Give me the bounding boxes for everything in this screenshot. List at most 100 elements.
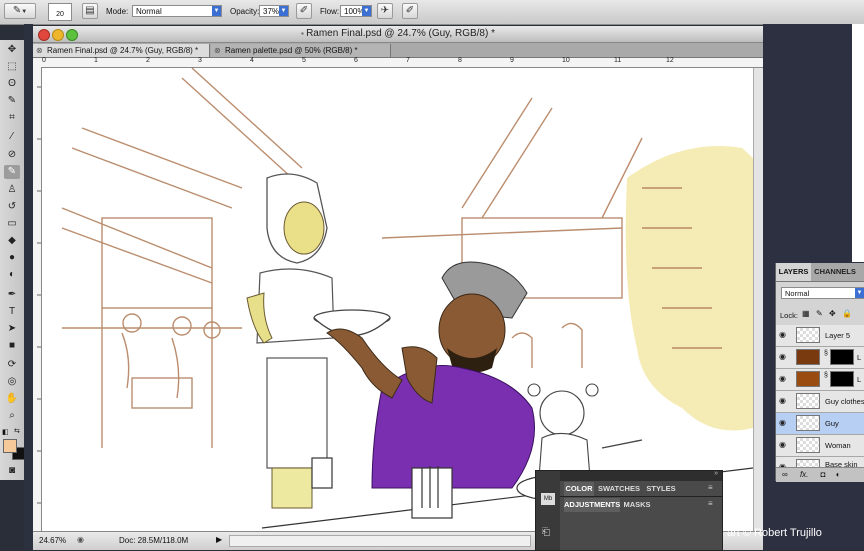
tool-preset-picker[interactable]: ✎▼ bbox=[4, 3, 36, 19]
layer-row-woman[interactable]: ◉ Woman bbox=[776, 435, 864, 457]
eye-icon[interactable]: ◉ bbox=[779, 419, 789, 427]
options-bar: ✎▼ 20 ▤ Mode: Normal ▼ Opacity: 37% ▼ ✐ … bbox=[0, 0, 864, 25]
zoom-window-button[interactable] bbox=[66, 29, 78, 41]
tab-masks[interactable]: MASKS bbox=[622, 498, 652, 512]
crop-tool[interactable]: ⌗ bbox=[4, 111, 20, 125]
dodge-tool[interactable]: ◐ bbox=[4, 268, 20, 282]
mode-select[interactable]: Normal ▼ bbox=[132, 5, 222, 17]
close-tab-icon[interactable]: ⊗ bbox=[214, 44, 221, 57]
lock-transparency-icon[interactable]: ▦ bbox=[802, 309, 810, 318]
toggle-brush-panel-button[interactable]: ▤ bbox=[82, 3, 98, 19]
3d-orbit-tool[interactable]: ◎ bbox=[4, 375, 20, 389]
chevron-down-icon: ▼ bbox=[212, 6, 221, 16]
tab-channels[interactable]: CHANNELS bbox=[812, 263, 858, 281]
collapse-panel-icon[interactable]: » bbox=[714, 470, 718, 477]
lock-all-icon[interactable]: 🔒 bbox=[842, 309, 852, 318]
blend-mode-select[interactable]: Normal ▼ bbox=[781, 287, 864, 299]
layer-mask-thumbnail[interactable] bbox=[830, 371, 854, 387]
layer-mask-thumbnail[interactable] bbox=[830, 349, 854, 365]
tab-styles[interactable]: STYLES bbox=[644, 482, 678, 496]
close-tab-icon[interactable]: ⊗ bbox=[36, 44, 43, 57]
eraser-tool[interactable]: ▭ bbox=[4, 217, 20, 231]
tab-ramen-palette[interactable]: ⊗ Ramen palette.psd @ 50% (RGB/8) * bbox=[211, 44, 391, 57]
shape-tool[interactable]: ■ bbox=[4, 339, 20, 353]
layer-thumbnail bbox=[796, 371, 820, 387]
desktop-background bbox=[24, 24, 33, 549]
ruler-tick-label: 8 bbox=[458, 57, 462, 64]
eye-icon[interactable]: ◉ bbox=[779, 397, 789, 405]
lock-pixels-icon[interactable]: ✎ bbox=[816, 309, 823, 318]
quick-mask-button[interactable]: ◙ bbox=[4, 464, 20, 478]
history-icon[interactable]: ⎗ bbox=[542, 527, 550, 538]
tab-adjustments[interactable]: ADJUSTMENTS bbox=[564, 498, 620, 512]
brush-size-picker[interactable]: 20 bbox=[48, 3, 72, 21]
move-tool[interactable]: ✥ bbox=[4, 43, 20, 57]
path-selection-tool[interactable]: ➤ bbox=[4, 322, 20, 336]
hand-tool[interactable]: ✋ bbox=[4, 392, 20, 406]
opacity-input[interactable]: 37% ▼ bbox=[259, 5, 289, 17]
blur-tool[interactable]: ● bbox=[4, 251, 20, 265]
default-colors-icon[interactable]: ◧ bbox=[2, 428, 9, 436]
eye-icon[interactable]: ◉ bbox=[779, 441, 789, 449]
clone-stamp-tool[interactable]: ♙ bbox=[4, 183, 20, 197]
ruler-tick-label: 7 bbox=[406, 57, 410, 64]
pressure-opacity-button[interactable]: ✐ bbox=[296, 3, 312, 19]
type-tool[interactable]: T bbox=[4, 305, 20, 319]
paint-bucket-tool[interactable]: ◆ bbox=[4, 234, 20, 248]
rotate-3d-icon: ⟳ bbox=[7, 359, 17, 370]
eye-icon[interactable]: ◉ bbox=[779, 375, 789, 383]
tab-ramen-final[interactable]: ⊗ Ramen Final.psd @ 24.7% (Guy, RGB/8) * bbox=[33, 44, 210, 57]
marquee-icon: ⬚ bbox=[7, 61, 17, 72]
link-layers-icon[interactable]: ∞ bbox=[782, 470, 788, 479]
zoom-level[interactable]: 24.67% bbox=[39, 533, 66, 549]
lasso-tool[interactable]: ʘ bbox=[4, 77, 20, 91]
tab-swatches[interactable]: SWATCHES bbox=[596, 482, 642, 496]
close-window-button[interactable] bbox=[38, 29, 50, 41]
fx-icon[interactable]: fx. bbox=[800, 470, 808, 479]
eyedropper-tool[interactable]: ⁄ bbox=[4, 130, 20, 144]
status-options-icon[interactable]: ◉ bbox=[77, 532, 84, 548]
layer-row-layer-5[interactable]: ◉ Layer 5 bbox=[776, 325, 864, 347]
horizontal-scrollbar[interactable] bbox=[229, 535, 531, 547]
tab-color[interactable]: COLOR bbox=[564, 482, 594, 496]
layer-row-guy-clothes[interactable]: ◉ Guy clothes bbox=[776, 391, 864, 413]
airbrush-button[interactable]: ✈ bbox=[377, 3, 393, 19]
3d-rotate-tool[interactable]: ⟳ bbox=[4, 358, 20, 372]
history-brush-tool[interactable]: ↺ bbox=[4, 200, 20, 214]
document-canvas[interactable] bbox=[42, 68, 753, 531]
layer-row-masked-2[interactable]: ◉ § L bbox=[776, 369, 864, 391]
quick-selection-tool[interactable]: ✎ bbox=[4, 94, 20, 108]
chevron-down-icon: ▼ bbox=[279, 6, 288, 16]
healing-brush-tool[interactable]: ⊘ bbox=[4, 148, 20, 162]
adjustment-layer-icon[interactable]: ◐ bbox=[836, 470, 841, 479]
flow-input[interactable]: 100% ▼ bbox=[340, 5, 372, 17]
brush-tool[interactable]: ✎ bbox=[4, 165, 20, 179]
panel-menu-icon[interactable]: ≡ bbox=[708, 499, 713, 508]
eye-icon[interactable]: ◉ bbox=[779, 353, 789, 361]
panel-header-strip: » bbox=[560, 470, 722, 481]
hand-icon: ✋ bbox=[5, 393, 19, 404]
tab-layers[interactable]: LAYERS bbox=[776, 263, 811, 281]
type-icon: T bbox=[8, 306, 16, 317]
foreground-color-swatch[interactable] bbox=[3, 439, 17, 453]
layer-row-guy[interactable]: ◉ Guy bbox=[776, 413, 864, 435]
panel-menu-icon[interactable]: ≡ bbox=[708, 483, 713, 492]
add-mask-icon[interactable]: ◘ bbox=[821, 470, 826, 479]
status-menu-arrow-icon[interactable]: ▶ bbox=[216, 532, 222, 548]
zoom-tool[interactable]: ⌕ bbox=[4, 409, 20, 423]
quick-mask-icon: ◙ bbox=[8, 465, 16, 476]
layer-row-masked-1[interactable]: ◉ § L bbox=[776, 347, 864, 369]
mini-bridge-icon[interactable]: Mb bbox=[541, 493, 555, 505]
layer-name: L bbox=[857, 375, 862, 384]
pressure-size-button[interactable]: ✐ bbox=[402, 3, 418, 19]
marquee-tool[interactable]: ⬚ bbox=[4, 60, 20, 74]
document-size: Doc: 28.5M/118.0M bbox=[119, 536, 189, 545]
pen-tool[interactable]: ✒ bbox=[4, 288, 20, 302]
lock-position-icon[interactable]: ✥ bbox=[829, 309, 836, 318]
artwork-illustration bbox=[61, 68, 753, 529]
ruler-tick-label: 6 bbox=[354, 57, 358, 64]
chevron-down-icon: ▼ bbox=[21, 9, 28, 15]
minimize-window-button[interactable] bbox=[52, 29, 64, 41]
swap-colors-icon[interactable]: ⇆ bbox=[14, 427, 20, 435]
eye-icon[interactable]: ◉ bbox=[779, 331, 789, 339]
